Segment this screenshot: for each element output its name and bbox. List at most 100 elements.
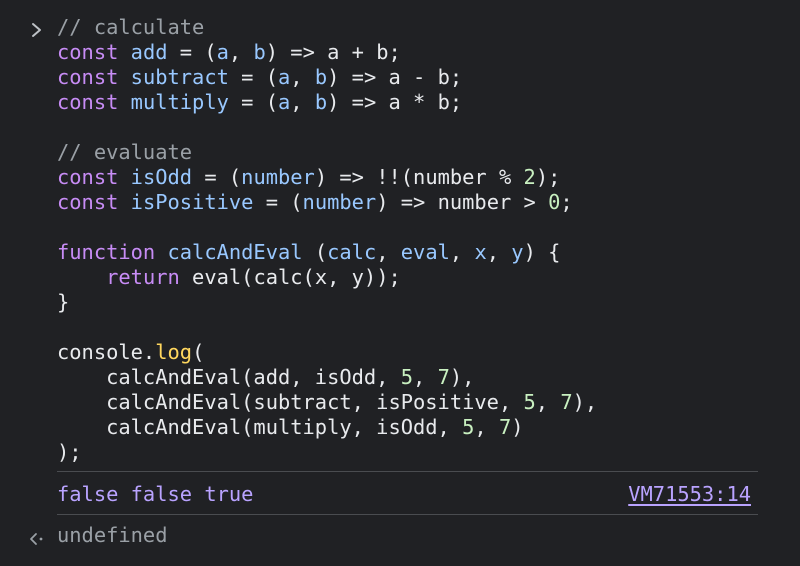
code-line: console.log( [57,340,597,365]
code-token-plain: calcAndEval(multiply, isOdd, [57,415,463,439]
output-divider [57,471,758,472]
return-arrow-icon [28,528,48,545]
code-token-def: isOdd [130,165,193,189]
code-token-plain: , [535,390,561,414]
code-token-plain: ); [535,165,561,189]
code-token-plain: , [228,40,254,64]
code-token-keyword: const [57,190,119,214]
code-token-number: 7 [498,415,512,439]
code-token-param: b [253,40,266,64]
code-token-number: 5 [400,365,414,389]
code-token-plain: = ( [228,90,278,114]
code-token-plain: ); [57,440,82,464]
code-token-number: 2 [523,165,536,189]
code-token-def: add [130,40,168,64]
code-token-keyword: const [57,90,119,114]
code-line: // calculate [57,15,597,40]
code-token-comment: // calculate [57,15,205,39]
code-token-plain: } [57,290,70,314]
code-token-number: 0 [548,190,561,214]
code-token-plain: calcAndEval(add, isOdd, [57,365,401,389]
code-line: const isOdd = (number) => !!(number % 2)… [57,165,597,190]
code-token-plain: ( [192,340,205,364]
console-result-row: undefined [0,520,800,550]
code-token-plain: ), [449,365,475,389]
code-line: calcAndEval(add, isOdd, 5, 7), [57,365,597,390]
code-line: function calcAndEval (calc, eval, x, y) … [57,240,597,265]
code-token-plain: ) [511,415,524,439]
code-token-plain: = ( [228,65,278,89]
code-token-param: b [314,90,328,114]
code-token-def: isPositive [130,190,254,214]
code-token-param: a [216,40,229,64]
code-line: } [57,290,597,315]
code-token-param: a [278,65,291,89]
code-token-plain: , [290,90,315,114]
code-token-plain: ) => !!(number % [314,165,524,189]
code-token-prop: log [155,340,193,364]
code-token-plain: = ( [253,190,303,214]
code-token-keyword: const [57,40,119,64]
code-token-keyword: const [57,65,119,89]
code-token-def: subtract [130,65,229,89]
code-token-param: b [314,65,328,89]
code-token-plain: , [449,240,475,264]
code-token-param: eval [400,240,450,264]
code-token-plain: , [290,65,315,89]
code-token-param: number [302,190,377,214]
code-token-plain: = ( [167,40,217,64]
code-token-plain: , [486,240,512,264]
code-token-plain: ) => a * b; [327,90,463,114]
code-token-plain: calcAndEval(subtract, isPositive, [57,390,524,414]
source-location-link[interactable]: VM71553:14 [628,482,751,506]
result-divider [57,514,758,515]
code-token-plain: ) => number > [376,190,549,214]
code-token-number: 5 [462,415,475,439]
code-line: const isPositive = (number) => number > … [57,190,597,215]
code-line: const multiply = (a, b) => a * b; [57,90,597,115]
code-token-def: multiply [130,90,229,114]
devtools-console: // calculate const add = (a, b) => a + b;… [0,0,800,566]
log-output-values: false false true [57,482,254,506]
code-line: // evaluate [57,140,597,165]
code-token-plain: ) => a + b; [265,40,401,64]
code-line: const add = (a, b) => a + b; [57,40,597,65]
code-token-param: calc [327,240,377,264]
code-line: return eval(calc(x, y)); [57,265,597,290]
code-line: calcAndEval(multiply, isOdd, 5, 7) [57,415,597,440]
code-token-keyword: const [57,165,119,189]
console-input-code[interactable]: // calculate const add = (a, b) => a + b;… [57,15,597,465]
code-token-keyword: return [106,265,180,289]
code-token-plain: ) { [523,240,561,264]
code-token-plain: = ( [192,165,242,189]
code-token-number: 5 [523,390,536,414]
code-token-plain: ) => a - b; [327,65,463,89]
code-token-plain: ; [560,190,573,214]
code-line: ); [57,440,597,465]
code-token-plain: ), [572,390,598,414]
code-token-keyword: function [57,240,156,264]
code-token-plain: console. [57,340,156,364]
code-token-plain: ( [302,240,328,264]
code-token-plain: , [376,240,401,264]
code-token-plain: , [474,415,499,439]
code-token-number: 7 [437,365,450,389]
console-log-message: false false true VM71553:14 [57,480,751,508]
code-token-number: 7 [560,390,573,414]
code-token-param: y [511,240,524,264]
code-token-comment: // evaluate [57,140,193,164]
code-token-param: number [241,165,315,189]
code-token-def: calcAndEval [167,240,303,264]
code-line: const subtract = (a, b) => a - b; [57,65,597,90]
code-token-plain: eval(calc(x, y)); [179,265,401,289]
code-line: calcAndEval(subtract, isPositive, 5, 7), [57,390,597,415]
chevron-right-icon [30,20,44,40]
